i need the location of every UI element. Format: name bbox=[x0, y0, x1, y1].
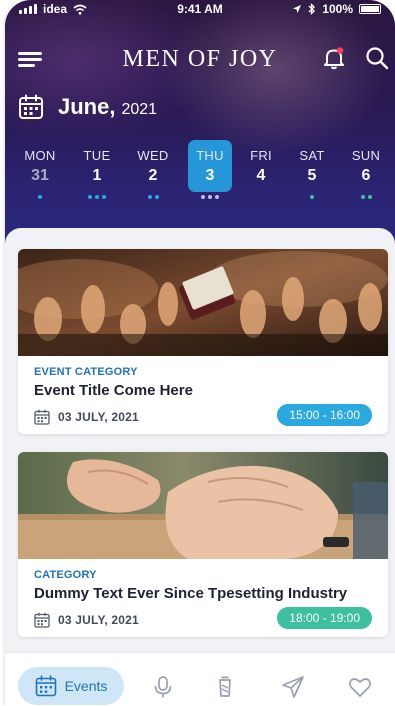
event-date: 03 JULY, 2021 bbox=[58, 410, 139, 424]
day-label: WED bbox=[137, 148, 169, 163]
event-dot bbox=[88, 195, 92, 199]
month-selector[interactable]: June, 2021 bbox=[18, 92, 157, 122]
month-year: 2021 bbox=[121, 101, 158, 118]
event-dot bbox=[215, 195, 219, 199]
day-number: 3 bbox=[205, 167, 215, 184]
microphone-icon[interactable] bbox=[151, 675, 175, 699]
day-label: TUE bbox=[83, 148, 111, 163]
event-dots bbox=[188, 195, 232, 199]
event-category: EVENT CATEGORY bbox=[34, 366, 138, 378]
search-icon[interactable] bbox=[365, 46, 389, 70]
event-dot bbox=[310, 195, 314, 199]
day-sat[interactable]: SAT 5 bbox=[290, 140, 334, 210]
event-dots bbox=[131, 195, 175, 199]
event-title: Event Title Come Here bbox=[34, 382, 193, 399]
location-icon bbox=[293, 5, 302, 13]
day-number: 31 bbox=[31, 167, 49, 184]
calendar-icon bbox=[34, 612, 50, 628]
status-bar: idea 9:41 AM 100% bbox=[5, 2, 395, 20]
event-dots bbox=[75, 195, 119, 199]
day-number: 5 bbox=[307, 167, 317, 184]
event-image-worship bbox=[18, 249, 388, 356]
heart-icon[interactable] bbox=[348, 675, 372, 699]
event-card[interactable]: EVENT CATEGORY Event Title Come Here 03 … bbox=[18, 249, 388, 434]
event-card[interactable]: CATEGORY Dummy Text Ever Since Tpesettin… bbox=[18, 452, 388, 637]
day-label: MON bbox=[24, 148, 56, 163]
day-thu-selected[interactable]: THU 3 bbox=[188, 140, 232, 210]
event-date: 03 JULY, 2021 bbox=[58, 613, 139, 627]
day-wed[interactable]: WED 2 bbox=[131, 140, 175, 210]
event-dot bbox=[147, 195, 152, 199]
event-card-body: EVENT CATEGORY Event Title Come Here 03 … bbox=[18, 356, 388, 434]
event-dot bbox=[360, 195, 365, 199]
bluetooth-icon bbox=[308, 3, 316, 15]
notification-bell-icon[interactable] bbox=[323, 46, 345, 70]
event-time-pill: 15:00 - 16:00 bbox=[277, 404, 372, 426]
calendar-icon bbox=[19, 94, 43, 119]
day-tue[interactable]: TUE 1 bbox=[75, 140, 119, 210]
event-title: Dummy Text Ever Since Tpesetting Industr… bbox=[34, 585, 348, 602]
bottom-tab-bar: Events bbox=[5, 652, 395, 706]
event-dot bbox=[367, 195, 372, 199]
event-time-pill: 18:00 - 19:00 bbox=[277, 607, 372, 629]
day-label: SUN bbox=[351, 148, 381, 163]
event-list: EVENT CATEGORY Event Title Come Here 03 … bbox=[5, 228, 395, 648]
event-card-body: CATEGORY Dummy Text Ever Since Tpesettin… bbox=[18, 559, 388, 637]
phone-screen: idea 9:41 AM 100% MEN OF JOY June, 2021 … bbox=[5, 0, 395, 706]
day-label: FRI bbox=[250, 148, 272, 163]
calendar-icon bbox=[35, 675, 56, 697]
event-dot bbox=[154, 195, 159, 199]
day-label: THU bbox=[196, 148, 224, 163]
day-number: 1 bbox=[92, 167, 102, 184]
header: idea 9:41 AM 100% MEN OF JOY June, 2021 … bbox=[5, 0, 395, 250]
event-dot bbox=[208, 195, 212, 199]
month-label: June, 2021 bbox=[58, 94, 157, 120]
tab-events-label: Events bbox=[64, 678, 108, 694]
day-fri[interactable]: FRI 4 bbox=[239, 140, 283, 210]
event-dot bbox=[201, 195, 205, 199]
day-number: 4 bbox=[256, 167, 266, 184]
top-bar: MEN OF JOY bbox=[5, 42, 395, 76]
status-right: 100% bbox=[292, 2, 381, 16]
calendar-icon bbox=[34, 409, 50, 425]
battery-percent: 100% bbox=[322, 2, 353, 16]
event-date-row: 03 JULY, 2021 bbox=[34, 409, 139, 425]
send-icon[interactable] bbox=[281, 675, 305, 699]
battery-icon bbox=[359, 4, 381, 14]
event-dot bbox=[102, 195, 106, 199]
event-dots bbox=[290, 195, 334, 199]
event-dot bbox=[38, 195, 42, 199]
week-strip: MON 31 TUE 1 WED 2 THU 3 FRI 4 SAT 5 SUN… bbox=[5, 140, 395, 210]
day-label: SAT bbox=[299, 148, 325, 163]
event-dots bbox=[18, 195, 62, 199]
event-category: CATEGORY bbox=[34, 569, 97, 581]
event-image-prayer bbox=[18, 452, 388, 559]
month-name: June, bbox=[58, 94, 116, 119]
event-date-row: 03 JULY, 2021 bbox=[34, 612, 139, 628]
tab-events[interactable]: Events bbox=[18, 667, 124, 705]
event-dots bbox=[344, 195, 388, 199]
day-number: 6 bbox=[361, 167, 371, 184]
event-dot bbox=[95, 195, 99, 199]
donation-icon[interactable] bbox=[213, 675, 237, 699]
day-sun[interactable]: SUN 6 bbox=[344, 140, 388, 210]
day-mon[interactable]: MON 31 bbox=[18, 140, 62, 210]
day-number: 2 bbox=[148, 167, 158, 184]
